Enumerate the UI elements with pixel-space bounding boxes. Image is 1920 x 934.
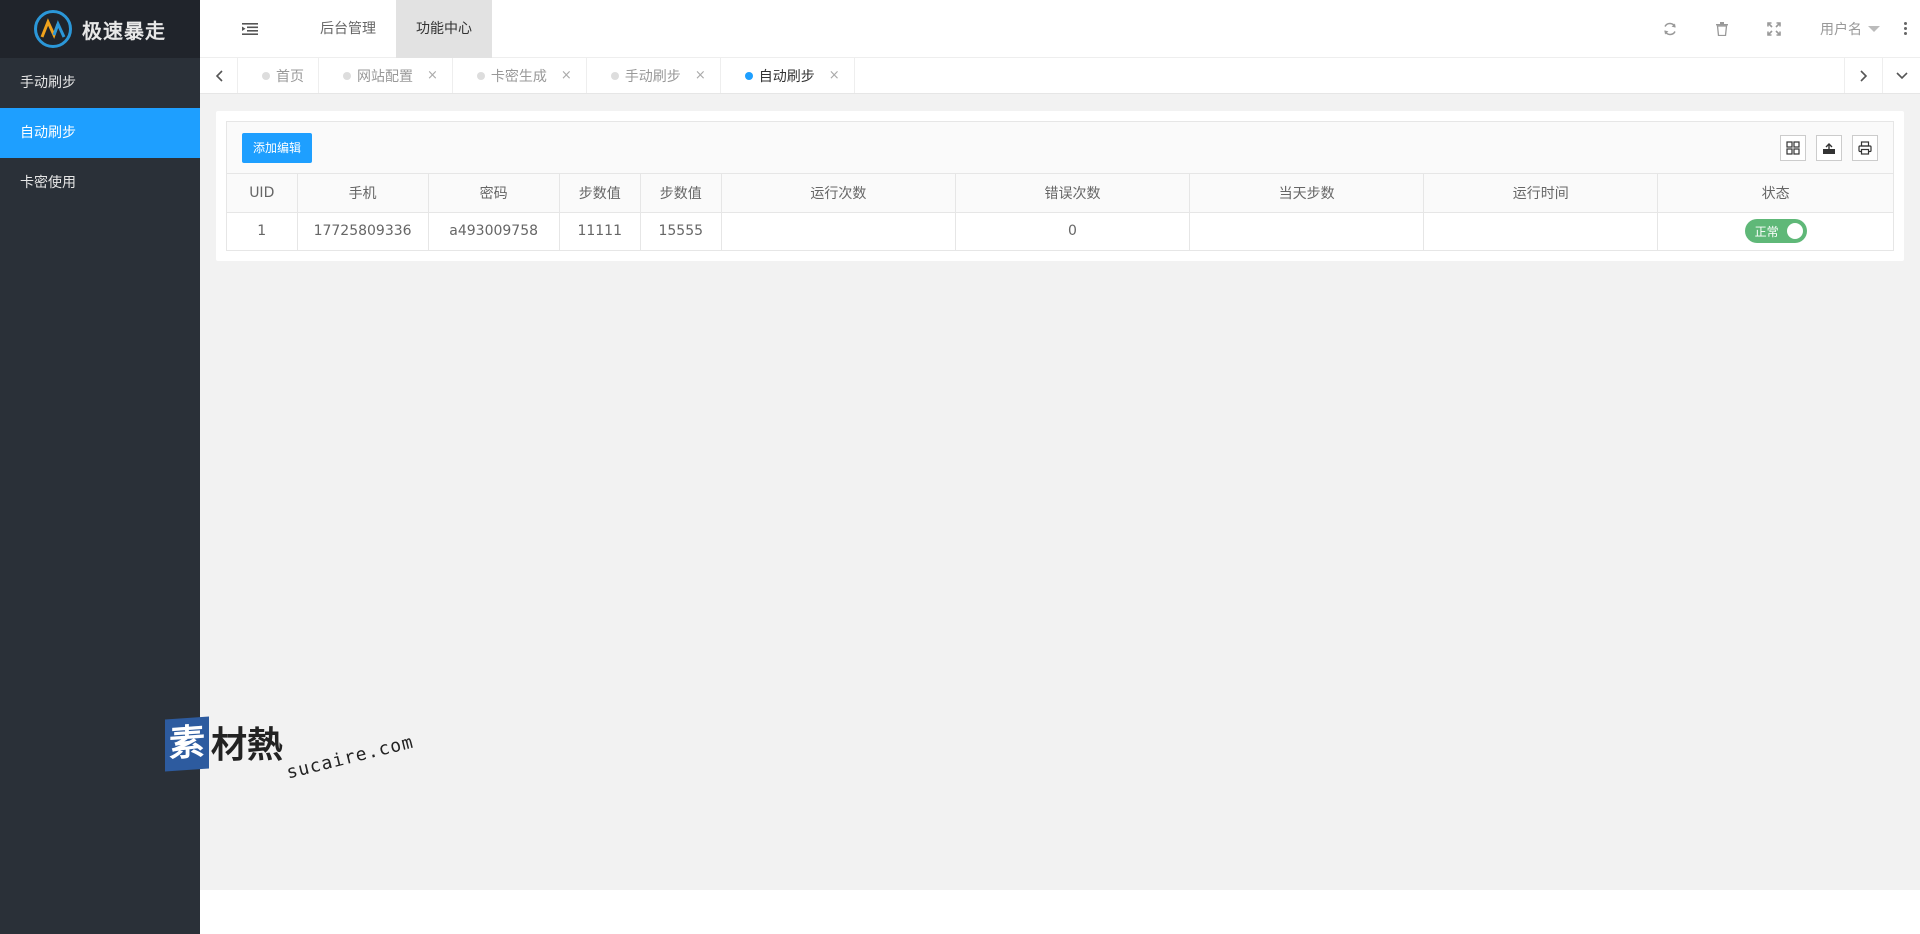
- tab-site-config[interactable]: 网站配置 ×: [319, 58, 453, 93]
- cell-uid: 1: [227, 212, 298, 250]
- footer: [200, 890, 1920, 934]
- column-header-run-count[interactable]: 运行次数: [721, 174, 956, 212]
- column-header-error-count[interactable]: 错误次数: [955, 174, 1191, 212]
- column-header-steps-a[interactable]: 步数值: [559, 174, 641, 212]
- add-edit-button[interactable]: 添加编辑: [242, 132, 313, 163]
- cell-error-count: 0: [955, 212, 1191, 250]
- tab-label: 自动刷步: [758, 68, 815, 85]
- menu-indent-icon[interactable]: [200, 0, 300, 58]
- data-table: UID 手机 密码 步数值 步数值 运行次数 错误次数 当天步数 运行时间 状态: [227, 174, 1893, 250]
- tabs-next-icon[interactable]: [1844, 58, 1882, 93]
- column-header-steps-b[interactable]: 步数值: [640, 174, 722, 212]
- top-nav-admin[interactable]: 后台管理: [300, 0, 396, 58]
- close-icon[interactable]: ×: [829, 68, 840, 83]
- tabs-prev-icon[interactable]: [200, 58, 238, 93]
- cell-run-time: [1423, 212, 1659, 250]
- column-header-phone[interactable]: 手机: [297, 174, 429, 212]
- tab-card-generate[interactable]: 卡密生成 ×: [453, 58, 587, 93]
- more-vertical-icon[interactable]: [1890, 0, 1920, 58]
- sidebar-item-auto-step[interactable]: 自动刷步: [0, 108, 200, 158]
- watermark: 素 材熱 sucaire.com: [165, 716, 416, 783]
- tabs-bar: 首页 网站配置 × 卡密生成 × 手动刷步 × 自动刷步 ×: [200, 58, 1920, 94]
- status-toggle-label: 正常: [1754, 224, 1779, 239]
- tab-label: 手动刷步: [624, 68, 681, 85]
- tab-dot-icon: [262, 71, 270, 80]
- user-menu[interactable]: 用户名: [1800, 19, 1890, 39]
- cell-steps-b: 15555: [640, 212, 722, 250]
- tab-label: 卡密生成: [490, 68, 547, 85]
- table-card: 添加编辑 UID 手机 密码 步数值 步数值 运行次数 错误次数 当天步数 运行…: [216, 111, 1904, 261]
- tab-dot-icon: [610, 71, 619, 80]
- user-name: 用户名: [1820, 21, 1862, 38]
- sidebar-item-card-use[interactable]: 卡密使用: [0, 158, 200, 208]
- watermark-badge: 素: [165, 716, 210, 772]
- tab-label: 首页: [276, 68, 304, 85]
- top-nav: 后台管理 功能中心: [300, 0, 492, 58]
- tab-dot-icon: [744, 71, 753, 80]
- table-tool-icons: [1780, 134, 1878, 161]
- tab-auto-step[interactable]: 自动刷步 ×: [721, 58, 855, 93]
- cell-run-count: [721, 212, 956, 250]
- table-toolbar: 添加编辑: [227, 122, 1893, 174]
- column-header-today-steps[interactable]: 当天步数: [1189, 174, 1425, 212]
- column-header-uid[interactable]: UID: [227, 174, 298, 212]
- toggle-knob: [1786, 223, 1803, 240]
- logo: 极速暴走: [0, 0, 200, 58]
- column-header-status[interactable]: 状态: [1658, 174, 1893, 212]
- cell-password: a493009758: [428, 212, 560, 250]
- tab-label: 网站配置: [357, 68, 413, 85]
- column-header-password[interactable]: 密码: [428, 174, 560, 212]
- print-icon[interactable]: [1852, 134, 1878, 161]
- tab-dot-icon: [343, 71, 351, 80]
- watermark-text: 材熱: [211, 725, 284, 766]
- export-icon[interactable]: [1816, 134, 1842, 161]
- logo-mark-icon: [34, 10, 72, 48]
- brand-name: 极速暴走: [82, 18, 166, 43]
- table-header-row: UID 手机 密码 步数值 步数值 运行次数 错误次数 当天步数 运行时间 状态: [227, 174, 1893, 212]
- tabs: 首页 网站配置 × 卡密生成 × 手动刷步 × 自动刷步 ×: [238, 58, 1844, 93]
- close-icon[interactable]: ×: [561, 68, 572, 83]
- tab-manual-step[interactable]: 手动刷步 ×: [587, 58, 721, 93]
- tab-home[interactable]: 首页: [238, 58, 319, 93]
- columns-icon[interactable]: [1780, 134, 1806, 161]
- table-wrapper: 添加编辑 UID 手机 密码 步数值 步数值 运行次数 错误次数 当天步数 运行…: [226, 121, 1894, 251]
- fullscreen-icon[interactable]: [1748, 0, 1800, 58]
- sidebar: 极速暴走 手动刷步 自动刷步 卡密使用: [0, 0, 200, 934]
- tabs-dropdown-icon[interactable]: [1882, 58, 1920, 93]
- tab-dot-icon: [476, 71, 485, 80]
- table-row[interactable]: 1 17725809336 a493009758 11111 15555 0 正…: [227, 212, 1893, 250]
- status-toggle[interactable]: 正常: [1744, 219, 1807, 244]
- content-area: 添加编辑 UID 手机 密码 步数值 步数值 运行次数 错误次数 当天步数 运行…: [200, 95, 1920, 890]
- refresh-icon[interactable]: [1644, 0, 1696, 58]
- close-icon[interactable]: ×: [427, 68, 438, 83]
- header-right: 用户名: [1644, 0, 1920, 58]
- sidebar-item-manual-step[interactable]: 手动刷步: [0, 58, 200, 108]
- close-icon[interactable]: ×: [695, 68, 706, 83]
- top-nav-function-center[interactable]: 功能中心: [396, 0, 492, 58]
- cell-steps-a: 11111: [559, 212, 641, 250]
- caret-down-icon: [1868, 25, 1880, 32]
- tabs-right-controls: [1844, 58, 1920, 93]
- cell-status: 正常: [1658, 212, 1893, 250]
- cell-today-steps: [1189, 212, 1425, 250]
- header: 后台管理 功能中心 用户名: [200, 0, 1920, 58]
- column-header-run-time[interactable]: 运行时间: [1423, 174, 1659, 212]
- cell-phone: 17725809336: [297, 212, 429, 250]
- trash-icon[interactable]: [1696, 0, 1748, 58]
